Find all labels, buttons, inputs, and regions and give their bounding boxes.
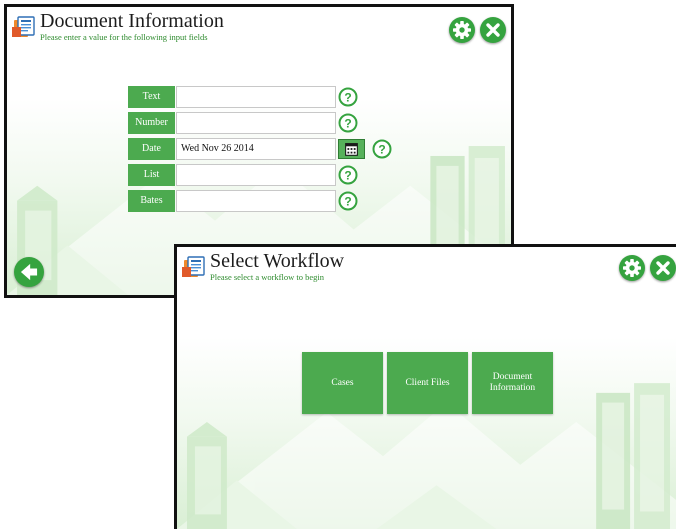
back-button[interactable] [14,257,44,287]
page-title: Document Information [40,10,224,32]
field-label-number: Number [128,112,175,134]
close-icon [480,17,506,43]
workflow-tile-cases[interactable]: Cases [302,352,383,414]
question-icon [338,165,358,185]
close-button[interactable] [650,255,676,281]
gear-icon [449,17,475,43]
date-input[interactable]: Wed Nov 26 2014 [176,138,336,160]
gear-icon [619,255,645,281]
question-icon [338,87,358,107]
date-picker-button[interactable] [338,139,365,159]
question-icon [338,113,358,133]
date-field-row: Date Wed Nov 26 2014 [128,138,336,160]
page-title: Select Workflow [210,250,345,272]
help-button-bates[interactable] [338,191,358,211]
close-button[interactable] [480,17,506,43]
workflow-tile-label: Document Information [489,372,536,393]
list-input[interactable] [176,164,336,186]
page-subtitle: Please enter a value for the following i… [40,32,208,42]
help-button-date[interactable] [372,139,392,159]
help-button-text[interactable] [338,87,358,107]
document-stack-icon [182,255,206,279]
close-icon [650,255,676,281]
arrow-left-icon [14,257,44,287]
question-icon [372,139,392,159]
page-subtitle: Please select a workflow to begin [210,272,325,282]
field-label-list: List [128,164,175,186]
document-stack-icon [12,15,36,39]
field-label-text: Text [128,86,175,108]
question-icon [338,191,358,211]
workflow-tile-label: Cases [331,377,354,388]
settings-button[interactable] [449,17,475,43]
text-field-row: Text [128,86,336,108]
select-workflow-screen: Select Workflow Please select a workflow… [174,244,676,529]
bates-field-row: Bates [128,190,336,212]
number-input[interactable] [176,112,336,134]
calendar-icon [339,140,364,158]
workflow-tile-label: Client Files [405,377,450,388]
settings-button[interactable] [619,255,645,281]
field-label-date: Date [128,138,175,160]
workflow-tile-client-files[interactable]: Client Files [387,352,468,414]
help-button-number[interactable] [338,113,358,133]
text-input[interactable] [176,86,336,108]
help-button-list[interactable] [338,165,358,185]
number-field-row: Number [128,112,336,134]
workflow-tile-document-information[interactable]: Document Information [472,352,553,414]
list-field-row: List [128,164,336,186]
field-label-bates: Bates [128,190,175,212]
bates-input[interactable] [176,190,336,212]
